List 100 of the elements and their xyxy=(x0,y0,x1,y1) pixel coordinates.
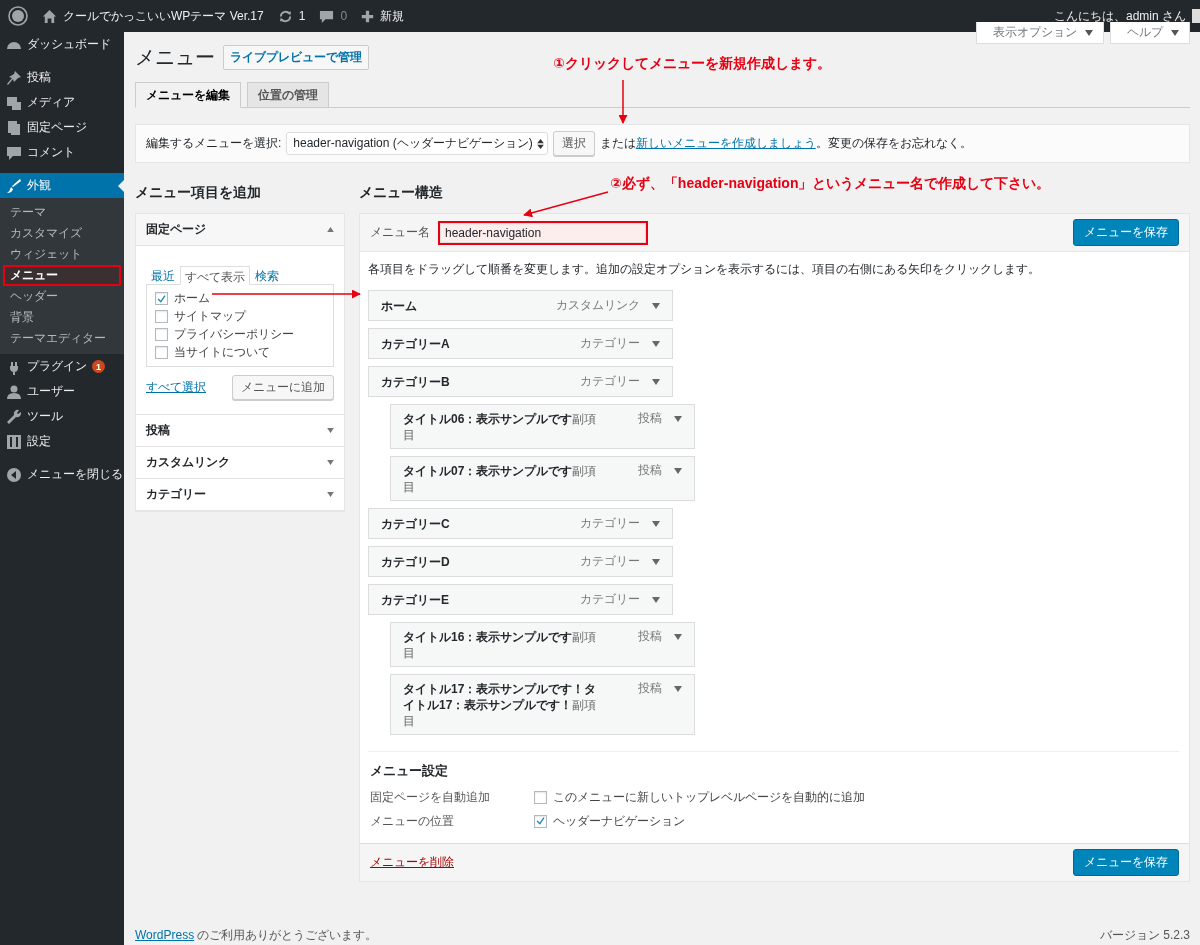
accordion-title: カスタムリンク xyxy=(146,454,230,471)
submenu-item[interactable]: ヘッダー xyxy=(3,286,121,307)
greeting-text[interactable]: こんにちは、admin さん xyxy=(1053,7,1186,25)
caret-icon[interactable] xyxy=(674,467,682,474)
sidebar-item[interactable]: コメント xyxy=(0,140,124,165)
sidebar-item[interactable]: ユーザー xyxy=(0,379,124,404)
tab[interactable]: 最近 xyxy=(146,265,180,284)
pushpin-icon xyxy=(6,69,22,86)
checkbox-label: プライバシーポリシー xyxy=(174,326,294,343)
comment-count: 0 xyxy=(340,9,348,23)
menu-item-type: 投稿 xyxy=(638,411,662,426)
menu-item[interactable]: ホーム カスタムリンク xyxy=(368,290,673,321)
select-button[interactable]: 選択 xyxy=(552,131,595,156)
caret-icon[interactable] xyxy=(652,558,660,565)
menu-name-field[interactable]: header-navigation xyxy=(438,220,648,245)
menu-item[interactable]: タイトル06：表示サンプルです副項目 投稿 xyxy=(390,404,695,449)
instructions-text: 各項目をドラッグして順番を変更します。追加の設定オプションを表示するには、項目の右側にある矢印をクリックします。 xyxy=(368,261,1041,278)
sidebar-label: メディア xyxy=(27,94,75,111)
accordion-title: カテゴリー xyxy=(146,486,206,503)
menu-item-type: カスタムリンク xyxy=(556,298,640,313)
plus-icon[interactable] xyxy=(361,9,375,23)
menu-item[interactable]: カテゴリーE カテゴリー xyxy=(368,584,673,615)
annotation-arrow xyxy=(618,79,628,124)
submenu-item[interactable]: テーマ xyxy=(3,202,121,223)
checkbox[interactable] xyxy=(155,346,168,359)
menu-item[interactable]: カテゴリーC カテゴリー xyxy=(368,508,673,539)
add-to-menu-button[interactable]: メニューに追加 xyxy=(232,375,334,400)
menu-item[interactable]: カテゴリーD カテゴリー xyxy=(368,546,673,577)
checkbox[interactable] xyxy=(155,310,168,323)
checkbox[interactable] xyxy=(155,292,168,305)
site-title-link[interactable]: クールでかっこいいWPテーマ Ver.17 xyxy=(63,7,264,25)
delete-menu-link[interactable]: メニューを削除 xyxy=(370,854,454,871)
screen-meta-button[interactable]: ヘルプ xyxy=(1110,22,1190,44)
new-link[interactable]: 新規 xyxy=(380,7,405,25)
menu-item-title: タイトル17：表示サンプルです！タイトル17：表示サンプルです！副項目 xyxy=(403,681,598,729)
sidebar-item[interactable]: 投稿 xyxy=(0,65,124,90)
checkbox[interactable] xyxy=(534,790,547,804)
menu-item[interactable]: タイトル07：表示サンプルです副項目 投稿 xyxy=(390,456,695,501)
sidebar-label: 設定 xyxy=(27,433,51,450)
submenu-item[interactable]: テーマエディター xyxy=(3,328,121,349)
caret-icon xyxy=(1085,29,1093,36)
menu-item[interactable]: カテゴリーA カテゴリー xyxy=(368,328,673,359)
caret-icon[interactable] xyxy=(652,340,660,347)
submenu-item[interactable]: 背景 xyxy=(3,307,121,328)
sidebar-label: 外観 xyxy=(27,177,51,194)
live-preview-button[interactable]: ライブプレビューで管理 xyxy=(223,44,369,70)
submenu-item[interactable]: メニュー xyxy=(3,265,121,286)
accordion-header[interactable]: 固定ページ xyxy=(136,214,344,246)
caret-icon[interactable] xyxy=(652,378,660,385)
select-all-link[interactable]: すべて選択 xyxy=(146,379,206,396)
version-text: バージョン 5.2.3 xyxy=(1099,927,1190,944)
menu-item-title: カテゴリーB xyxy=(381,373,450,390)
save-menu-button[interactable]: メニューを保存 xyxy=(1073,849,1179,876)
wordpress-link[interactable]: WordPress xyxy=(135,928,195,942)
caret-icon[interactable] xyxy=(652,520,660,527)
submenu-item[interactable]: ウィジェット xyxy=(3,244,121,265)
left-arrow-circle-icon xyxy=(6,466,22,483)
sidebar-label: メニューを閉じる xyxy=(27,466,123,483)
sidebar-item[interactable]: 固定ページ xyxy=(0,115,124,140)
tab[interactable]: メニューを編集 xyxy=(135,82,241,108)
sidebar-item[interactable]: プラグイン 1 xyxy=(0,354,124,379)
speech-bubble-icon[interactable] xyxy=(319,8,335,24)
tab[interactable]: 検索 xyxy=(250,265,284,284)
checkbox[interactable] xyxy=(534,814,547,828)
caret-icon xyxy=(327,428,334,433)
create-menu-link[interactable]: 新しいメニューを作成しましょう xyxy=(635,136,816,150)
screen-meta-button[interactable]: 表示オプション xyxy=(976,22,1104,44)
footer-text: WordPress のご利用ありがとうございます。 xyxy=(135,927,378,944)
menu-item[interactable]: タイトル16：表示サンプルです副項目 投稿 xyxy=(390,622,695,667)
save-menu-button[interactable]: メニューを保存 xyxy=(1073,219,1179,246)
checkbox[interactable] xyxy=(155,328,168,341)
sidebar-item[interactable]: ツール xyxy=(0,404,124,429)
caret-icon[interactable] xyxy=(674,685,682,692)
tab[interactable]: すべて表示 xyxy=(180,266,250,285)
tab[interactable]: 位置の管理 xyxy=(247,82,329,108)
menu-item-title: タイトル06：表示サンプルです副項目 xyxy=(403,411,598,443)
menu-item-title: ホーム xyxy=(381,297,417,314)
caret-icon[interactable] xyxy=(674,415,682,422)
logo-icon[interactable] xyxy=(8,6,28,26)
caret-icon[interactable] xyxy=(674,633,682,640)
caret-icon[interactable] xyxy=(652,302,660,309)
sidebar-item[interactable]: 外観 xyxy=(0,173,124,198)
documents-icon xyxy=(6,119,22,136)
caret-icon xyxy=(1171,29,1179,36)
refresh-icon[interactable] xyxy=(277,8,293,24)
submenu-item[interactable]: カスタマイズ xyxy=(3,223,121,244)
caret-icon[interactable] xyxy=(652,596,660,603)
menu-dropdown[interactable]: header-navigation (ヘッダーナビゲーション) xyxy=(286,132,548,155)
sidebar-item[interactable]: ダッシュボード xyxy=(0,32,124,57)
menu-item-type: カテゴリー xyxy=(580,336,640,351)
sidebar-item[interactable]: 設定 xyxy=(0,429,124,454)
menu-item[interactable]: カテゴリーB カテゴリー xyxy=(368,366,673,397)
menu-item[interactable]: タイトル17：表示サンプルです！タイトル17：表示サンプルです！副項目 投稿 xyxy=(390,674,695,735)
sidebar-item[interactable]: メディア xyxy=(0,90,124,115)
current-pointer xyxy=(118,180,124,192)
collapse-menu-button[interactable]: メニューを閉じる xyxy=(0,462,124,487)
sidebar-label: 固定ページ xyxy=(27,119,87,136)
field-label: メニュー名 xyxy=(370,224,430,241)
setting-label: 固定ページを自動追加 xyxy=(370,788,491,806)
house-icon[interactable] xyxy=(42,8,57,24)
